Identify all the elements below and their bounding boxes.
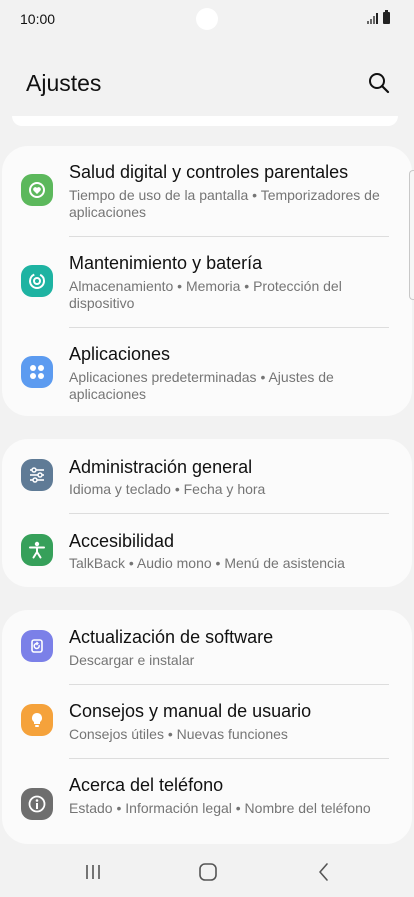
settings-item-apps[interactable]: Aplicaciones Aplicaciones predeterminada… [2,328,412,416]
previous-card-edge [12,116,398,126]
settings-item-software-update[interactable]: Actualización de software Descargar e in… [2,610,412,684]
item-subtitle: Almacenamiento • Memoria • Protección de… [69,278,342,311]
item-title: Mantenimiento y batería [69,253,263,273]
device-care-icon [21,265,53,297]
item-title: Administración general [69,457,253,477]
item-subtitle: TalkBack • Audio mono • Menú de asistenc… [69,555,345,571]
settings-item-tips-manual[interactable]: Consejos y manual de usuario Consejos út… [2,685,412,758]
settings-group-3: Actualización de software Descargar e in… [2,610,412,844]
recents-icon [86,865,100,879]
navigation-bar [0,848,414,897]
back-button[interactable] [312,860,336,884]
settings-group-2: Administración general Idioma y teclado … [2,439,412,587]
settings-item-about-phone[interactable]: Acerca del teléfono Estado • Información… [2,759,412,844]
item-title: Consejos y manual de usuario [69,701,312,721]
header: Ajustes [0,60,414,110]
settings-item-device-care[interactable]: Mantenimiento y batería Almacenamiento •… [2,237,412,327]
item-title: Salud digital y controles parentales [69,162,349,182]
about-phone-icon [21,788,53,820]
settings-item-digital-wellbeing[interactable]: Salud digital y controles parentales Tie… [2,146,412,236]
recents-button[interactable] [80,860,106,884]
search-icon [369,73,390,94]
item-subtitle: Tiempo de uso de la pantalla • Temporiza… [69,187,380,220]
home-button[interactable] [194,860,222,884]
home-icon [199,863,217,881]
item-title: Actualización de software [69,627,274,647]
item-subtitle: Idioma y teclado • Fecha y hora [69,481,266,497]
page-title: Ajustes [26,70,102,96]
general-management-icon [21,459,53,491]
item-subtitle: Consejos útiles • Nuevas funciones [69,726,288,742]
front-camera-cutout [196,8,218,30]
signal-icon [367,12,378,24]
item-title: Aplicaciones [69,344,171,364]
apps-icon [21,356,53,388]
status-time: 10:00 [20,11,56,27]
item-subtitle: Descargar e instalar [69,652,195,668]
search-button[interactable] [364,68,394,98]
back-icon [319,863,328,881]
settings-group-1: Salud digital y controles parentales Tie… [2,146,412,416]
settings-item-accessibility[interactable]: Accesibilidad TalkBack • Audio mono • Me… [2,514,412,587]
digital-wellbeing-icon [21,174,53,206]
status-bar: 10:00 [0,0,414,38]
item-title: Accesibilidad [69,531,175,551]
tips-icon [21,704,53,736]
item-subtitle: Estado • Información legal • Nombre del … [69,800,371,816]
item-title: Acerca del teléfono [69,775,224,795]
software-update-icon [21,630,53,662]
battery-icon [383,10,390,24]
status-icons [367,10,390,24]
item-subtitle: Aplicaciones predeterminadas • Ajustes d… [69,369,334,402]
settings-item-general-management[interactable]: Administración general Idioma y teclado … [2,439,412,513]
scrollbar[interactable] [409,170,414,300]
accessibility-icon [21,534,53,566]
